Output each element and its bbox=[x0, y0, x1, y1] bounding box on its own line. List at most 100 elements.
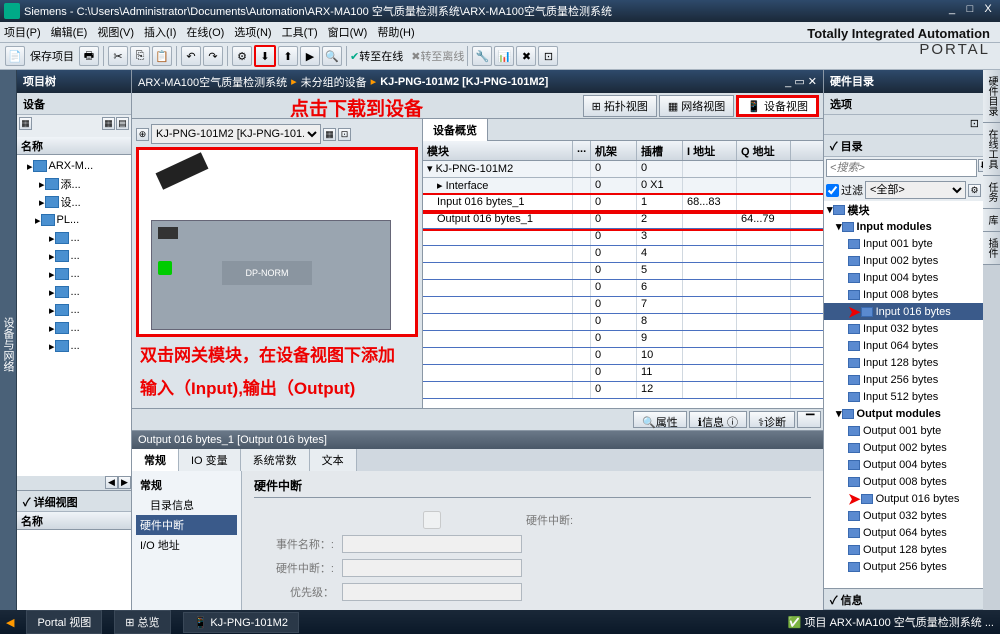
menu-help[interactable]: 帮助(H) bbox=[377, 24, 414, 40]
overview-row[interactable]: Output 016 bytes_10264...79 bbox=[423, 212, 823, 229]
go-online-label[interactable]: 转至在线 bbox=[359, 48, 403, 64]
col-slot[interactable]: 插槽 bbox=[637, 141, 683, 160]
catalog-item[interactable]: Output 008 bytes bbox=[824, 473, 983, 490]
ptab-general[interactable]: 常规 bbox=[132, 449, 179, 471]
menu-tools[interactable]: 工具(T) bbox=[282, 24, 318, 40]
scroll-left[interactable]: ◀ bbox=[105, 476, 118, 489]
overview-row[interactable]: ▾ KJ-PNG-101M200 bbox=[423, 161, 823, 178]
menu-edit[interactable]: 编辑(E) bbox=[51, 24, 88, 40]
overview-row[interactable]: 08 bbox=[423, 314, 823, 331]
catalog-item[interactable]: Input 064 bytes bbox=[824, 337, 983, 354]
tab-network[interactable]: ▦网络视图 bbox=[659, 95, 734, 117]
copy-button[interactable]: ⎘ bbox=[130, 46, 150, 66]
rtab-plugin[interactable]: 插件 bbox=[983, 232, 1000, 265]
tab-collapse[interactable]: ▔ bbox=[797, 411, 821, 428]
tab-diag[interactable]: ⚕诊断 bbox=[749, 411, 795, 428]
scroll-right[interactable]: ▶ bbox=[118, 476, 131, 489]
tree-item[interactable]: ▸... bbox=[19, 301, 129, 319]
overview-row[interactable]: 010 bbox=[423, 348, 823, 365]
col-module[interactable]: 模块 bbox=[423, 141, 573, 160]
tree-item[interactable]: ▸... bbox=[19, 283, 129, 301]
rtab-catalog[interactable]: 硬件目录 bbox=[983, 70, 1000, 123]
catalog-item[interactable]: Input 004 bytes bbox=[824, 269, 983, 286]
tree-item[interactable]: ▸... bbox=[19, 319, 129, 337]
tree-btn2[interactable]: ▦ bbox=[102, 117, 115, 130]
catalog-item[interactable]: Input 002 bytes bbox=[824, 252, 983, 269]
overview-row[interactable]: 03 bbox=[423, 229, 823, 246]
close-button[interactable]: X bbox=[980, 3, 996, 19]
catalog-item[interactable]: Input 032 bytes bbox=[824, 320, 983, 337]
tree-btn3[interactable]: ▤ bbox=[116, 117, 129, 130]
rtab-tasks[interactable]: 任务 bbox=[983, 176, 1000, 209]
catalog-item[interactable]: ▾ 模块 bbox=[824, 201, 983, 218]
catalog-item[interactable]: Input 008 bytes bbox=[824, 286, 983, 303]
catalog-tree[interactable]: ▾ 模块▾ Input modulesInput 001 byteInput 0… bbox=[824, 201, 983, 588]
catalog-item[interactable]: ▾ Input modules bbox=[824, 218, 983, 235]
bc-2[interactable]: KJ-PNG-101M2 [KJ-PNG-101M2] bbox=[380, 76, 548, 88]
tool-a[interactable]: 🔧 bbox=[472, 46, 492, 66]
plc-box[interactable]: DP-NORM bbox=[151, 220, 391, 330]
menu-options[interactable]: 选项(N) bbox=[234, 24, 271, 40]
tree-item[interactable]: ▸... bbox=[19, 265, 129, 283]
sim-button[interactable]: ▶ bbox=[300, 46, 320, 66]
catalog-item[interactable]: Output 001 byte bbox=[824, 422, 983, 439]
status-portal[interactable]: Portal 视图 bbox=[26, 610, 102, 634]
tree-item[interactable]: ▸... bbox=[19, 229, 129, 247]
overview-row[interactable]: Input 016 bytes_10168...83 bbox=[423, 195, 823, 212]
catalog-item[interactable]: Output 032 bytes bbox=[824, 507, 983, 524]
overview-tab[interactable]: 设备概览 bbox=[423, 119, 823, 141]
minimize-button[interactable]: _ bbox=[944, 3, 960, 19]
catalog-info[interactable]: ✓ 信息 bbox=[824, 588, 983, 610]
tree-item[interactable]: ▸... bbox=[19, 247, 129, 265]
catalog-item[interactable]: Output 004 bytes bbox=[824, 456, 983, 473]
catalog-item[interactable]: Output 002 bytes bbox=[824, 439, 983, 456]
menu-online[interactable]: 在线(O) bbox=[186, 24, 224, 40]
tool-b[interactable]: 📊 bbox=[494, 46, 514, 66]
bc-1[interactable]: 未分组的设备 bbox=[301, 74, 367, 90]
catalog-item[interactable]: Input 128 bytes bbox=[824, 354, 983, 371]
left-side-tab[interactable]: 设备与网络 bbox=[0, 70, 17, 610]
pnav-catalog[interactable]: 目录信息 bbox=[136, 495, 237, 515]
catalog-item[interactable]: Input 256 bytes bbox=[824, 371, 983, 388]
save-label[interactable]: 保存项目 bbox=[30, 48, 74, 64]
dev-btn2[interactable]: ▦ bbox=[323, 128, 336, 141]
tree-item[interactable]: ▸PL... bbox=[19, 211, 129, 229]
tree-item[interactable]: ▸... bbox=[19, 337, 129, 355]
tree-item[interactable]: ▸添... bbox=[19, 175, 129, 193]
catalog-item[interactable]: Input 001 byte bbox=[824, 235, 983, 252]
prop-nav[interactable]: 常规 目录信息 硬件中断 I/O 地址 bbox=[132, 471, 242, 610]
tree-item[interactable]: ▸设... bbox=[19, 193, 129, 211]
compile-button[interactable]: ⚙ bbox=[232, 46, 252, 66]
filter-select[interactable]: <全部> bbox=[865, 181, 966, 199]
catalog-item[interactable]: Input 512 bytes bbox=[824, 388, 983, 405]
menu-view[interactable]: 视图(V) bbox=[97, 24, 134, 40]
device-image[interactable]: DP-NORM bbox=[136, 147, 418, 337]
overview-row[interactable]: 07 bbox=[423, 297, 823, 314]
tab-properties[interactable]: 🔍属性 bbox=[633, 411, 687, 428]
paste-button[interactable]: 📋 bbox=[152, 46, 172, 66]
device-selector[interactable]: KJ-PNG-101M2 [KJ-PNG-101... bbox=[151, 124, 321, 144]
bc-min[interactable]: _ ▭ ✕ bbox=[785, 75, 817, 88]
catalog-search-input[interactable] bbox=[826, 159, 977, 177]
overview-row[interactable]: 06 bbox=[423, 280, 823, 297]
col-dots[interactable]: ... bbox=[573, 141, 591, 160]
catalog-dir[interactable]: ✓ 目录 bbox=[824, 135, 983, 157]
pnav-hwint[interactable]: 硬件中断 bbox=[136, 515, 237, 535]
overview-row[interactable]: 012 bbox=[423, 382, 823, 399]
tab-device[interactable]: 📱设备视图 bbox=[736, 95, 819, 117]
overview-row[interactable]: 04 bbox=[423, 246, 823, 263]
tree-btn1[interactable]: ▦ bbox=[19, 117, 32, 130]
ptab-const[interactable]: 系统常数 bbox=[241, 449, 310, 471]
download-button[interactable]: ⬇ bbox=[254, 45, 276, 67]
tab-info[interactable]: ℹ信息 ⓘ bbox=[689, 411, 747, 428]
ptab-io[interactable]: IO 变量 bbox=[179, 449, 241, 471]
catalog-item[interactable]: ➤Output 016 bytes bbox=[824, 490, 983, 507]
undo-button[interactable]: ↶ bbox=[181, 46, 201, 66]
tool-d[interactable]: ⊡ bbox=[538, 46, 558, 66]
rtab-online[interactable]: 在线工具 bbox=[983, 123, 1000, 176]
tool-c[interactable]: ✖ bbox=[516, 46, 536, 66]
menu-insert[interactable]: 插入(I) bbox=[144, 24, 176, 40]
filter-checkbox[interactable] bbox=[826, 184, 839, 197]
catalog-item[interactable]: Output 128 bytes bbox=[824, 541, 983, 558]
new-button[interactable]: 📄 bbox=[5, 46, 25, 66]
